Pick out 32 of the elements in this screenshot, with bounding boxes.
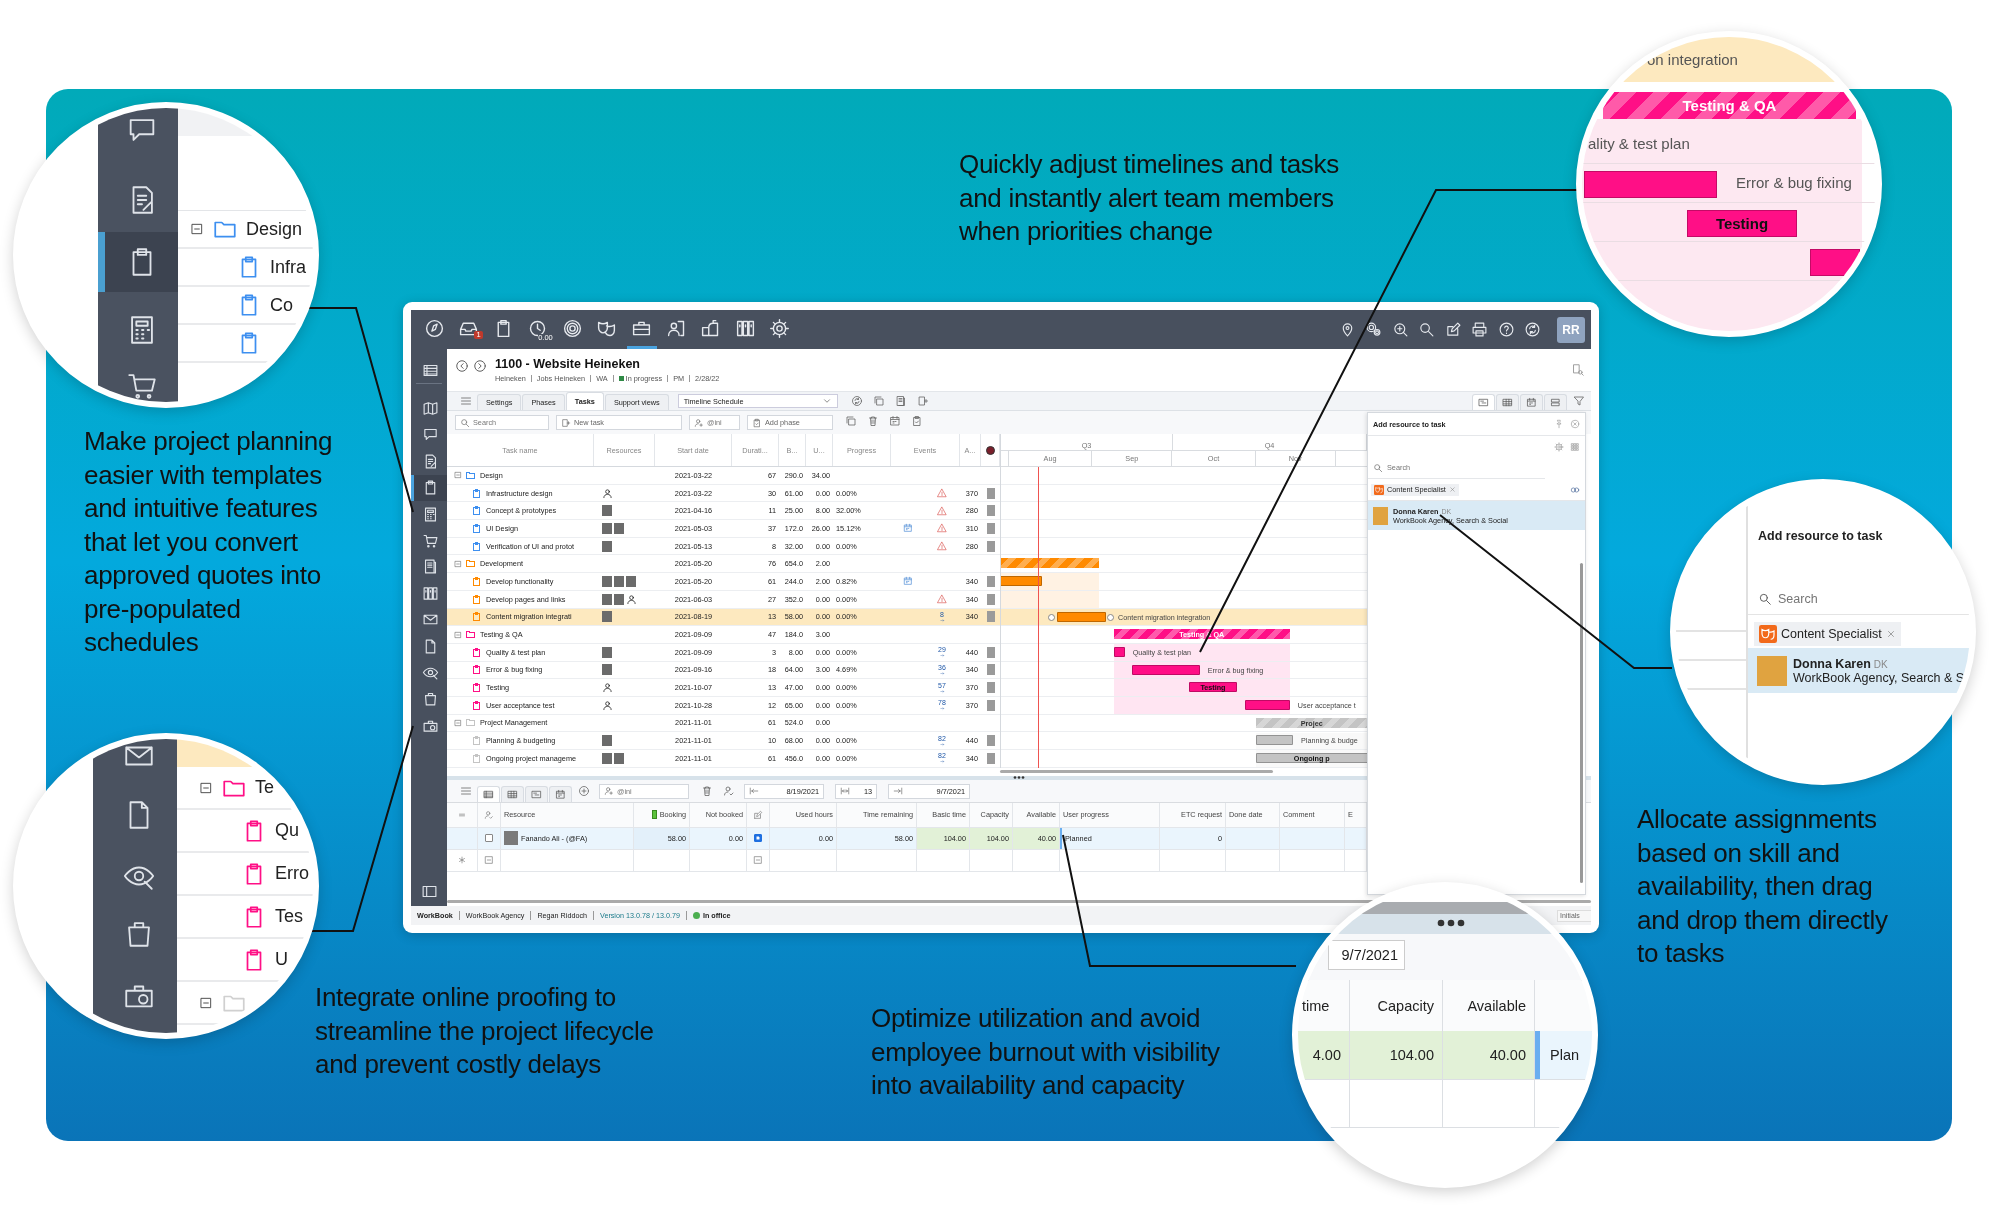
bar-label: Error & bug fixing: [1736, 174, 1852, 191]
callout-text: Optimize utilization and avoid employee burnout with visibility into availability and capacity: [871, 1002, 1220, 1102]
task-bar[interactable]: Testing: [1687, 210, 1797, 237]
person-initials: DK: [1873, 658, 1888, 670]
person-row[interactable]: Donna Karen DK WorkBook Agency, Search & S: [1748, 648, 1970, 693]
task-name[interactable]: Qu: [275, 820, 299, 841]
callout-text: Integrate online proofing to streamline the project lifecycle and prevent costly delays: [315, 981, 654, 1081]
date-field[interactable]: 9/7/2021: [1328, 940, 1405, 970]
panel-title: Add resource to task: [1758, 529, 1883, 543]
tag-label: Content Specialist: [1781, 627, 1882, 641]
table-cell: 104.00: [1350, 1031, 1443, 1079]
task-name[interactable]: Tes: [275, 906, 303, 927]
task-name[interactable]: Infra: [270, 256, 307, 278]
task-name[interactable]: Co: [270, 294, 293, 316]
callout-text: Quickly adjust timelines and tasks and instantly alert team members when priorities change: [959, 148, 1339, 248]
search-input[interactable]: Search: [1778, 591, 1970, 606]
callout-text: Allocate assignments based on skill and availability, then drag and drop them directly to tasks: [1637, 803, 1888, 970]
callout-text: Make project planning easier with templates and intuitive features that let you convert approved quotes into pre-populated schedules: [84, 425, 333, 659]
search-field[interactable]: Search: [1748, 555, 1970, 615]
table-cell: 4.00: [1298, 1031, 1350, 1079]
bar-label: ality & test plan: [1588, 135, 1690, 152]
person-detail: WorkBook Agency, Search & S: [1793, 670, 1965, 685]
phase-bar[interactable]: Testing & QA: [1603, 92, 1856, 119]
skill-tag[interactable]: Content Specialist: [1754, 622, 1901, 646]
task-name[interactable]: Erro: [275, 863, 309, 884]
person-name: Donna Karen: [1793, 656, 1871, 671]
project-title: 1100 - Website Heineken: [495, 357, 641, 371]
table-cell: Plan: [1535, 1031, 1592, 1079]
task-name[interactable]: U: [275, 949, 288, 970]
task-name[interactable]: Te: [255, 777, 274, 798]
task-name[interactable]: Design: [246, 218, 303, 240]
table-cell: 40.00: [1443, 1031, 1535, 1079]
